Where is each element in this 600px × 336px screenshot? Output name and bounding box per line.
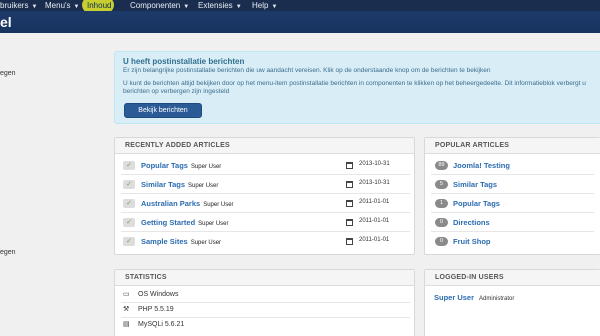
panel-title: POPULAR ARTICLES bbox=[425, 138, 600, 154]
list-item: ▤ MySQLi 5.6.21 bbox=[121, 318, 410, 333]
caret-down-icon: ▼ bbox=[183, 4, 190, 10]
calendar-icon bbox=[346, 238, 353, 245]
caret-down-icon: ▼ bbox=[114, 4, 121, 10]
calendar-icon bbox=[346, 200, 353, 207]
caret-down-icon: ▼ bbox=[235, 4, 242, 10]
stat-text: PHP 5.5.19 bbox=[138, 306, 174, 313]
article-link[interactable]: Australian Parks Super User bbox=[141, 199, 234, 208]
sidebar: egen egen bbox=[0, 33, 108, 336]
panel-title: RECENTLY ADDED ARTICLES bbox=[115, 138, 414, 154]
hits-badge: 1 bbox=[435, 199, 448, 208]
caret-down-icon: ▼ bbox=[31, 4, 38, 10]
page-title: el bbox=[0, 14, 12, 30]
calendar-icon bbox=[346, 162, 353, 169]
check-icon: ✓ bbox=[123, 161, 135, 170]
alert-text: berichten op verbergen zijn ingesteld bbox=[123, 88, 230, 95]
list-item: 89 Joomla! Testing bbox=[431, 157, 594, 175]
check-icon: ✓ bbox=[123, 199, 135, 208]
sidebar-item[interactable]: egen bbox=[0, 70, 16, 77]
article-link[interactable]: Directions bbox=[453, 218, 490, 227]
article-link[interactable]: Popular Tags bbox=[453, 199, 500, 208]
article-date: 2011-01-01 bbox=[359, 237, 390, 243]
logged-in-users-panel: LOGGED-IN USERS Super User Administrator bbox=[424, 269, 600, 336]
article-link[interactable]: Getting Started Super User bbox=[141, 218, 229, 227]
article-link[interactable]: Joomla! Testing bbox=[453, 161, 510, 170]
stat-text: OS Windows bbox=[138, 291, 179, 298]
article-date: 2013-10-31 bbox=[359, 161, 390, 167]
hits-badge: 5 bbox=[435, 180, 448, 189]
table-row: ✓ Getting Started Super User 2011-01-01 bbox=[121, 214, 410, 232]
table-row: ✓ Sample Sites Super User 2011-01-01 bbox=[121, 233, 410, 251]
menu-menus[interactable]: Menu's ▼ bbox=[45, 0, 80, 11]
monitor-icon: ▭ bbox=[123, 291, 130, 298]
postinstall-alert: U heeft postinstallatie berichten Er zij… bbox=[114, 51, 600, 124]
hits-badge: 0 bbox=[435, 218, 448, 227]
caret-down-icon: ▼ bbox=[271, 4, 278, 10]
list-item: 0 Directions bbox=[431, 214, 594, 232]
list-item: 0 Fruit Shop bbox=[431, 233, 594, 251]
article-link[interactable]: Sample Sites Super User bbox=[141, 237, 221, 246]
wrench-icon: ⚒ bbox=[123, 306, 130, 313]
sidebar-item[interactable]: egen bbox=[0, 249, 16, 256]
user-link[interactable]: Super User bbox=[434, 293, 474, 302]
menu-users[interactable]: bruikers ▼ bbox=[0, 0, 37, 11]
table-row: ✓ Australian Parks Super User 2011-01-01 bbox=[121, 195, 410, 213]
menu-help[interactable]: Help ▼ bbox=[252, 0, 277, 11]
user-role: Administrator bbox=[478, 296, 515, 302]
menu-content[interactable]: Inhoud ▼ bbox=[87, 0, 120, 11]
article-date: 2013-10-31 bbox=[359, 180, 390, 186]
calendar-icon bbox=[346, 181, 353, 188]
article-link[interactable]: Similar Tags bbox=[453, 180, 497, 189]
stat-text: MySQLi 5.6.21 bbox=[138, 321, 185, 328]
table-row: ✓ Popular Tags Super User 2013-10-31 bbox=[121, 157, 410, 175]
list-item: ⚒ PHP 5.5.19 bbox=[121, 303, 410, 318]
alert-text: Er zijn belangrijke postinstallatie beri… bbox=[123, 67, 491, 74]
alert-text: U kunt de berichten altijd bekijken door… bbox=[123, 80, 586, 87]
database-icon: ▤ bbox=[123, 321, 130, 328]
article-date: 2011-01-01 bbox=[359, 218, 390, 224]
recent-articles-panel: RECENTLY ADDED ARTICLES ✓ Popular Tags Su… bbox=[114, 137, 415, 255]
popular-articles-panel: POPULAR ARTICLES 89 Joomla! Testing 5 Si… bbox=[424, 137, 600, 255]
top-navbar: bruikers ▼ Menu's ▼ Inhoud ▼ Componenten ▼ E… bbox=[0, 0, 600, 16]
alert-heading: U heeft postinstallatie berichten bbox=[123, 57, 245, 66]
page-header: el bbox=[0, 11, 600, 33]
list-item: 5 Similar Tags bbox=[431, 176, 594, 194]
article-link[interactable]: Similar Tags Super User bbox=[141, 180, 218, 189]
list-item: 1 Popular Tags bbox=[431, 195, 594, 213]
hits-badge: 89 bbox=[435, 161, 448, 170]
article-link[interactable]: Fruit Shop bbox=[453, 237, 491, 246]
list-item: Super User Administrator bbox=[434, 293, 514, 302]
statistics-panel: STATISTICS ▭ OS Windows ⚒ PHP 5.5.19 ▤ M… bbox=[114, 269, 415, 336]
table-row: ✓ Similar Tags Super User 2013-10-31 bbox=[121, 176, 410, 194]
menu-components[interactable]: Componenten ▼ bbox=[130, 0, 189, 11]
check-icon: ✓ bbox=[123, 218, 135, 227]
calendar-icon bbox=[346, 219, 353, 226]
menu-extensions[interactable]: Extensies ▼ bbox=[198, 0, 242, 11]
panel-title: LOGGED-IN USERS bbox=[425, 270, 600, 286]
view-messages-button[interactable]: Bekijk berichten bbox=[124, 103, 202, 118]
check-icon: ✓ bbox=[123, 180, 135, 189]
article-date: 2011-01-01 bbox=[359, 199, 390, 205]
panel-title: STATISTICS bbox=[115, 270, 414, 286]
check-icon: ✓ bbox=[123, 237, 135, 246]
caret-down-icon: ▼ bbox=[73, 4, 80, 10]
hits-badge: 0 bbox=[435, 237, 448, 246]
article-link[interactable]: Popular Tags Super User bbox=[141, 161, 221, 170]
list-item: ▭ OS Windows bbox=[121, 288, 410, 303]
